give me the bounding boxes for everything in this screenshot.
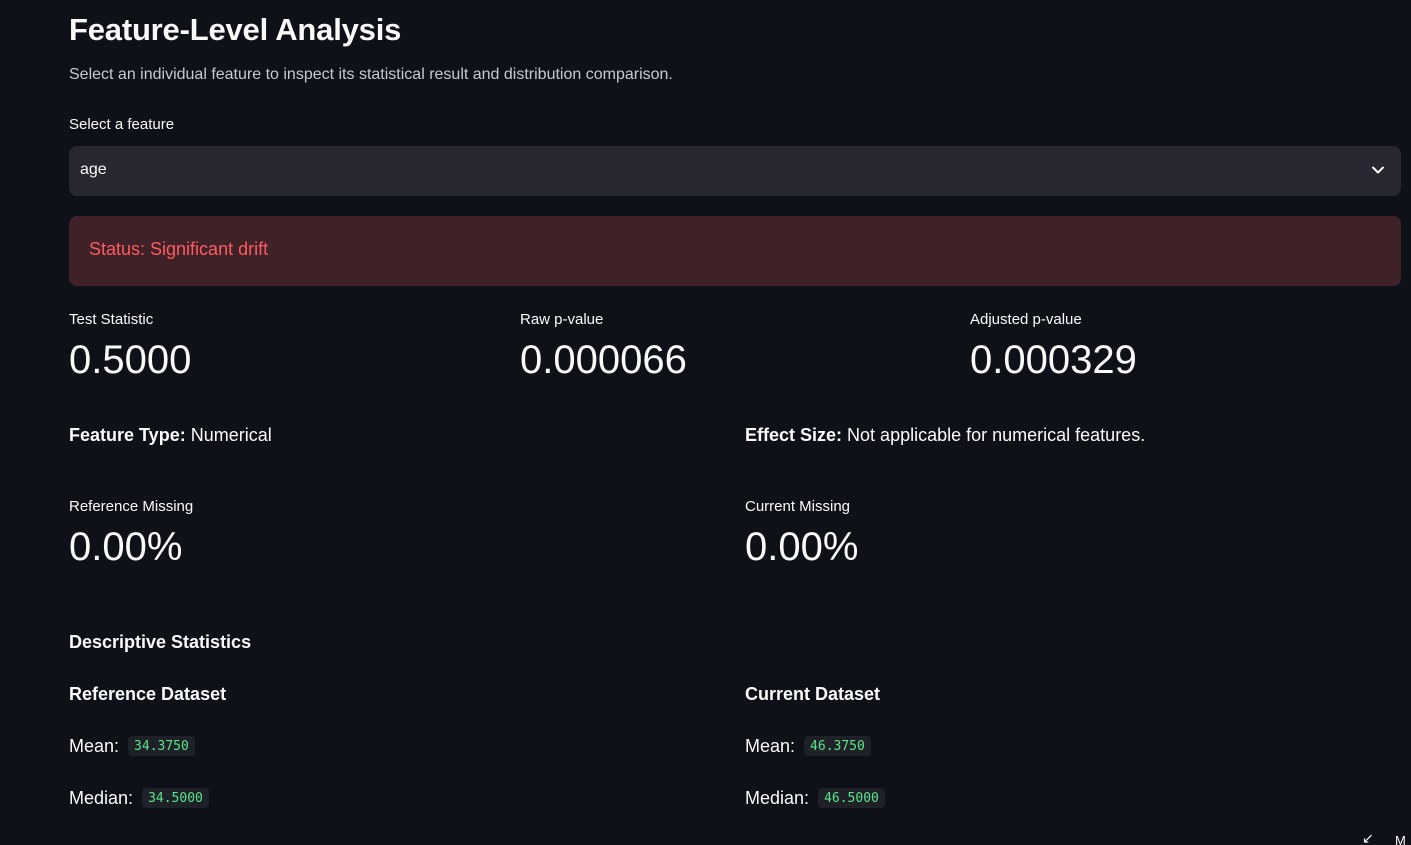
- current-median-label: Median:: [745, 788, 810, 808]
- feature-select-label: Select a feature: [69, 116, 175, 133]
- page-title: Feature-Level Analysis: [69, 12, 402, 47]
- metric-value: 0.000066: [520, 338, 687, 382]
- current-median-value: 46.5000: [818, 788, 885, 808]
- status-alert: Status: Significant drift: [69, 216, 1401, 286]
- metric-label: Adjusted p-value: [970, 311, 1082, 328]
- current-median-line: Median: 46.5000: [745, 788, 885, 809]
- metric-label: Reference Missing: [69, 498, 194, 515]
- app-page: Feature-Level Analysis Select an individ…: [0, 0, 1411, 845]
- reference-mean-line: Mean: 34.3750: [69, 736, 195, 757]
- reference-dataset-heading: Reference Dataset: [69, 684, 227, 704]
- effect-size-value: Not applicable for numerical features.: [847, 425, 1146, 445]
- metric-label: Current Missing: [745, 498, 851, 515]
- feature-type-value: Numerical: [190, 425, 272, 445]
- metric-value: 0.000329: [970, 338, 1137, 382]
- corner-arrow-icon[interactable]: ↙: [1362, 830, 1374, 845]
- metric-raw-p-value: Raw p-value 0.000066: [520, 311, 687, 380]
- effect-size-line: Effect Size: Not applicable for numerica…: [745, 425, 1145, 446]
- current-mean-line: Mean: 46.3750: [745, 736, 871, 757]
- feature-select[interactable]: age: [69, 146, 1401, 196]
- metric-value: 0.00%: [69, 525, 183, 569]
- reference-median-value: 34.5000: [142, 788, 209, 808]
- reference-median-line: Median: 34.5000: [69, 788, 209, 809]
- metric-value: 0.00%: [745, 525, 859, 569]
- reference-median-label: Median:: [69, 788, 134, 808]
- feature-select-value: age: [80, 161, 107, 178]
- feature-type-line: Feature Type: Numerical: [69, 425, 272, 446]
- current-dataset-heading: Current Dataset: [745, 684, 881, 704]
- metric-label: Raw p-value: [520, 311, 604, 328]
- page-subtitle: Select an individual feature to inspect …: [69, 66, 673, 83]
- effect-size-label: Effect Size:: [745, 425, 843, 445]
- metric-test-statistic: Test Statistic 0.5000: [69, 311, 191, 380]
- metric-label: Test Statistic: [69, 311, 154, 328]
- metric-current-missing: Current Missing 0.00%: [745, 498, 858, 567]
- reference-mean-value: 34.3750: [128, 736, 195, 756]
- current-mean-value: 46.3750: [804, 736, 871, 756]
- current-mean-label: Mean:: [745, 736, 796, 756]
- metric-adjusted-p-value: Adjusted p-value 0.000329: [970, 311, 1137, 380]
- metric-value: 0.5000: [69, 338, 192, 382]
- chevron-down-icon[interactable]: [1371, 163, 1385, 177]
- reference-mean-label: Mean:: [69, 736, 120, 756]
- descriptive-statistics-heading: Descriptive Statistics: [69, 632, 252, 652]
- corner-text[interactable]: M: [1395, 833, 1406, 845]
- status-text: Status: Significant drift: [89, 239, 269, 259]
- metric-reference-missing: Reference Missing 0.00%: [69, 498, 193, 567]
- feature-type-label: Feature Type:: [69, 425, 186, 445]
